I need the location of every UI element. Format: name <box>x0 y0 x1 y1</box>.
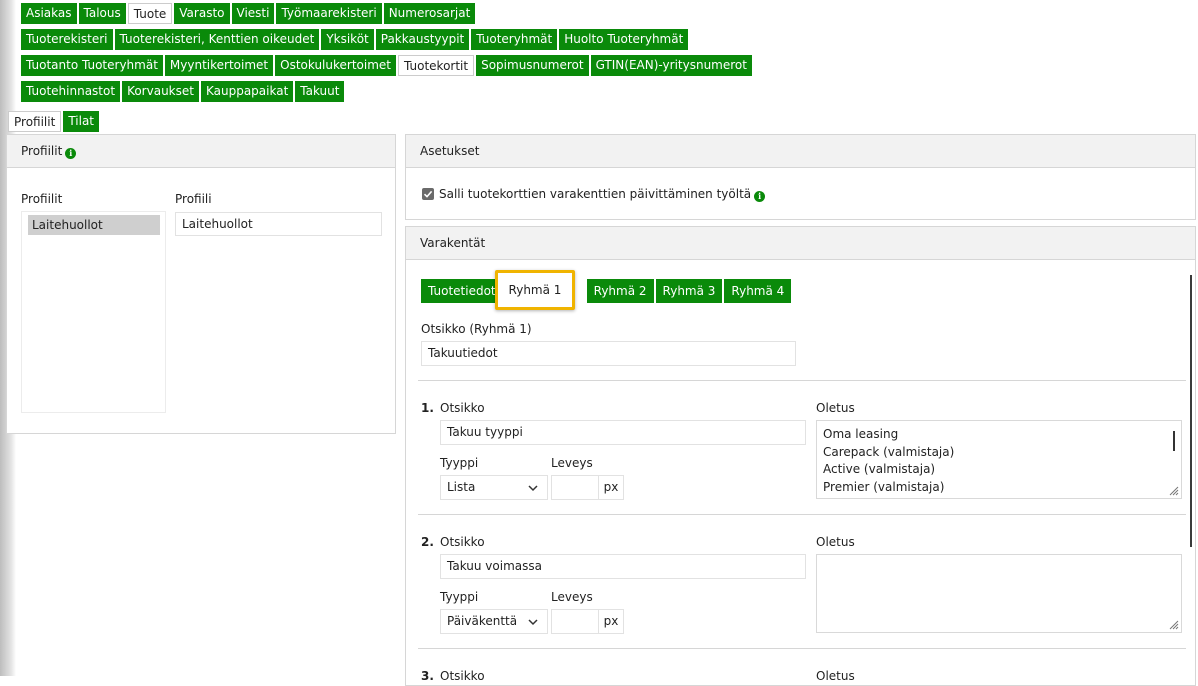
field-1-type-label: Tyyppi <box>440 456 479 470</box>
tab-tuoterekisteri[interactable]: Tuoterekisteri <box>21 29 113 50</box>
tab-asiakas[interactable]: Asiakas <box>21 3 77 24</box>
tab-tilat[interactable]: Tilat <box>63 111 99 132</box>
default-line: Active (valmistaja) <box>823 462 936 476</box>
tab-takuut[interactable]: Takuut <box>295 81 345 102</box>
settings-panel: Asetukset Salli tuotekorttien varakentti… <box>405 134 1196 220</box>
field-2-title-label: Otsikko <box>440 535 485 549</box>
field-1-default-textarea[interactable]: Oma leasing Carepack (valmistaja) Active… <box>816 420 1182 499</box>
divider <box>418 648 1186 649</box>
spare-fields-tabs: Tuotetiedot Ryhmä 2 Ryhmä 3 Ryhmä 4 <box>421 279 793 303</box>
tab-ryhma-1[interactable]: Ryhmä 1 <box>495 270 575 310</box>
resize-grip-icon <box>1169 620 1179 630</box>
tab-pakkaustyypit[interactable]: Pakkaustyypit <box>375 29 470 50</box>
default-line: Carepack (valmistaja) <box>823 444 955 459</box>
field-1-type-select[interactable]: Lista <box>440 475 548 500</box>
field-2-type-value: Päiväkenttä <box>447 614 518 628</box>
tab-tuote[interactable]: Tuote <box>127 3 173 24</box>
tab-korvaukset[interactable]: Korvaukset <box>122 81 199 102</box>
profiles-list: Laitehuollot <box>21 211 166 413</box>
tab-ostokulukertoimet[interactable]: Ostokulukertoimet <box>275 55 396 76</box>
tab-ryhma-4[interactable]: Ryhmä 4 <box>724 279 792 303</box>
tab-tuoteryhmat[interactable]: Tuoteryhmät <box>471 29 558 50</box>
tab-tuotehinnastot[interactable]: Tuotehinnastot <box>21 81 121 102</box>
profiles-panel: Profiilit i Profiilit Laitehuollot Profii… <box>6 134 396 434</box>
field-1-width-label: Leveys <box>551 456 593 470</box>
resize-grip-icon <box>1169 486 1179 496</box>
tab-gtin[interactable]: GTIN(EAN)-yritysnumerot <box>590 55 752 76</box>
tab-viesti[interactable]: Viesti <box>231 3 275 24</box>
profile-name-input[interactable]: Laitehuollot <box>175 212 382 236</box>
chevron-down-icon <box>528 485 538 492</box>
tab-profiilit[interactable]: Profiilit <box>8 111 62 132</box>
heading-label: Otsikko (Ryhmä 1) <box>421 322 532 336</box>
field-3-default-label: Oletus <box>816 669 855 683</box>
profiles-list-label: Profiilit <box>21 192 63 206</box>
field-1-default-label: Oletus <box>816 401 855 415</box>
tabs-row-1: Asiakas Talous Tuote Varasto Viesti Työm… <box>21 3 477 24</box>
tab-ryhma-2[interactable]: Ryhmä 2 <box>586 279 654 303</box>
textarea-scrollbar[interactable] <box>1173 431 1175 451</box>
tab-yksikot[interactable]: Yksiköt <box>321 29 374 50</box>
field-1-default-lines: Oma leasing Carepack (valmistaja) Active… <box>823 426 954 496</box>
divider <box>418 514 1186 515</box>
tab-tuotekortit[interactable]: Tuotekortit <box>398 55 475 76</box>
field-1-number: 1. <box>421 401 434 415</box>
field-1-width-input[interactable]: px <box>551 475 624 500</box>
sub-tabs: Profiilit Tilat <box>8 111 101 132</box>
tab-kauppapaikat[interactable]: Kauppapaikat <box>200 81 294 102</box>
tab-varasto[interactable]: Varasto <box>174 3 230 24</box>
tab-kenttien-oikeudet[interactable]: Tuoterekisteri, Kenttien oikeudet <box>114 29 320 50</box>
tab-myyntikertoimet[interactable]: Myyntikertoimet <box>164 55 274 76</box>
tab-ryhma-3[interactable]: Ryhmä 3 <box>655 279 723 303</box>
tab-numerosarjat[interactable]: Numerosarjat <box>383 3 476 24</box>
default-line: Oma leasing <box>823 427 899 441</box>
tab-tyomaarekisteri[interactable]: Työmaarekisteri <box>276 3 382 24</box>
field-2-type-label: Tyyppi <box>440 590 479 604</box>
field-3-number: 3. <box>421 669 434 683</box>
allow-update-label: Salli tuotekorttien varakenttien päivitt… <box>439 187 766 202</box>
field-2-width-input[interactable]: px <box>551 609 624 634</box>
field-3-title-label: Otsikko <box>440 669 485 683</box>
field-2-default-label: Oletus <box>816 535 855 549</box>
checkmark-icon <box>423 190 433 198</box>
divider <box>418 380 1186 381</box>
spare-fields-panel: Varakentät Tuotetiedot Ryhmä 2 Ryhmä 3 R… <box>405 226 1196 686</box>
field-1-title-label: Otsikko <box>440 401 485 415</box>
field-2-unit: px <box>598 610 623 633</box>
tabs-row-4: Tuotehinnastot Korvaukset Kauppapaikat T… <box>21 81 346 102</box>
field-2-number: 2. <box>421 535 434 549</box>
spare-fields-title: Varakentät <box>406 227 1195 260</box>
profiles-panel-title: Profiilit <box>21 144 63 158</box>
tab-huolto-tuoteryhmat[interactable]: Huolto Tuoteryhmät <box>559 29 689 50</box>
info-icon[interactable]: i <box>754 191 766 202</box>
field-1-unit: px <box>598 476 623 499</box>
profiles-panel-header: Profiilit i <box>7 135 395 168</box>
field-2-width-label: Leveys <box>551 590 593 604</box>
default-line: Premier (valmistaja) <box>823 479 945 494</box>
tab-tuotetiedot[interactable]: Tuotetiedot <box>421 279 503 303</box>
field-2-type-select[interactable]: Päiväkenttä <box>440 609 548 634</box>
field-1-type-value: Lista <box>447 480 476 494</box>
tab-sopimusnumerot[interactable]: Sopimusnumerot <box>476 55 589 76</box>
profile-label: Profiili <box>175 192 212 206</box>
allow-update-text: Salli tuotekorttien varakenttien päivitt… <box>439 187 752 201</box>
allow-update-checkbox[interactable] <box>422 188 434 200</box>
field-2-default-textarea[interactable] <box>816 554 1182 633</box>
settings-panel-title: Asetukset <box>406 135 1195 168</box>
panel-scrollbar[interactable] <box>1190 275 1192 547</box>
chevron-down-icon <box>528 619 538 626</box>
heading-input[interactable]: Takuutiedot <box>421 341 796 366</box>
tab-tuotanto-tuoteryhmat[interactable]: Tuotanto Tuoteryhmät <box>21 55 163 76</box>
info-icon[interactable]: i <box>65 148 77 159</box>
tabs-row-3: Tuotanto Tuoteryhmät Myyntikertoimet Ost… <box>21 55 754 76</box>
list-item[interactable]: Laitehuollot <box>28 215 160 235</box>
field-1-title-input[interactable]: Takuu tyyppi <box>440 420 806 445</box>
field-2-title-input[interactable]: Takuu voimassa <box>440 554 806 579</box>
tab-talous[interactable]: Talous <box>78 3 126 24</box>
tabs-row-2: Tuoterekisteri Tuoterekisteri, Kenttien … <box>21 29 690 50</box>
